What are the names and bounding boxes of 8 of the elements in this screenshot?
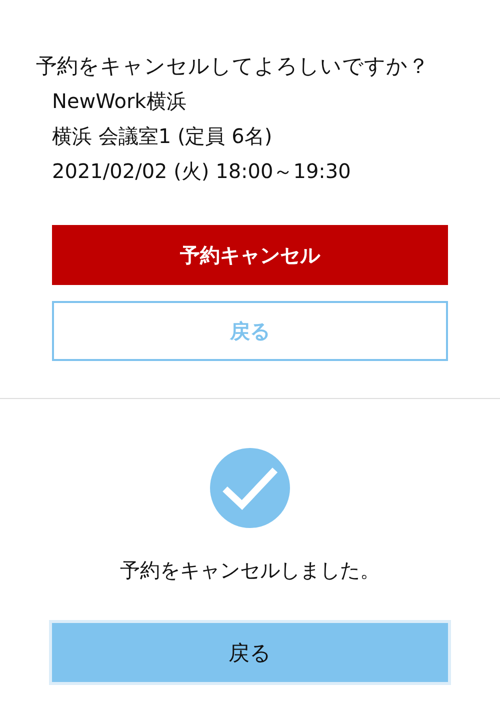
cancel-reservation-button[interactable]: 予約キャンセル [52, 225, 448, 285]
reservation-detail: 2021/02/02 (火) 18:00～19:30 [52, 158, 352, 185]
reservation-detail: NewWork横浜 [52, 88, 188, 115]
confirm-question: 予約をキャンセルしてよろしいですか？ [36, 53, 430, 80]
check-icon [209, 447, 291, 529]
back-button[interactable]: 戻る [49, 620, 451, 685]
reservation-detail: 横浜 会議室1 (定員 6名) [52, 123, 274, 150]
cancel-complete-message: 予約をキャンセルしました。 [120, 557, 380, 584]
